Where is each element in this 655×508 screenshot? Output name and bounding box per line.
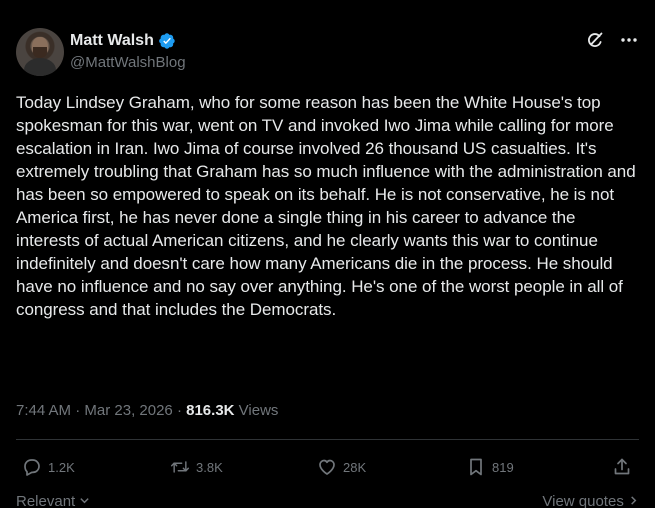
like-button[interactable]: 28K [317, 455, 366, 479]
name-row: Matt Walsh [70, 31, 176, 51]
chevron-down-icon [80, 498, 90, 504]
author-handle[interactable]: @MattWalshBlog [70, 53, 186, 73]
chevron-right-icon [631, 496, 637, 505]
author-name[interactable]: Matt Walsh [70, 31, 154, 51]
sort-relevant-label: Relevant [16, 493, 76, 508]
top-actions [585, 30, 639, 50]
view-quotes-link[interactable]: View quotes [542, 493, 639, 508]
reply-button[interactable]: 1.2K [22, 455, 75, 479]
view-quotes-label: View quotes [542, 493, 624, 508]
tweet-header: Matt Walsh @MattWalshBlog [16, 28, 639, 76]
sort-relevant-button[interactable]: Relevant [16, 493, 90, 508]
meta-separator: · [75, 402, 81, 419]
bookmark-icon [470, 458, 482, 476]
reply-count: 1.2K [48, 459, 75, 475]
tweet-date[interactable]: Mar 23, 2026 [84, 402, 172, 419]
share-button[interactable] [612, 455, 632, 479]
reply-icon [24, 459, 40, 476]
grok-icon[interactable] [585, 30, 605, 50]
meta-separator-2: · [176, 402, 182, 419]
repost-icon [170, 461, 190, 473]
avatar[interactable] [16, 28, 64, 76]
like-count: 28K [343, 459, 367, 475]
tweet-text: Today Lindsey Graham, who for some reaso… [16, 93, 636, 319]
repost-button[interactable]: 3.8K [170, 455, 223, 479]
verified-badge-icon [158, 32, 176, 50]
tweet-meta: 7:44 AM · Mar 23, 2026 · 816.3K Views [16, 401, 278, 421]
more-icon[interactable] [619, 30, 639, 50]
bookmark-count: 819 [492, 459, 514, 475]
share-icon [614, 458, 630, 475]
like-icon [319, 459, 335, 475]
views-count[interactable]: 816.3K [186, 402, 234, 419]
tweet-time[interactable]: 7:44 AM [16, 402, 71, 419]
action-bar: 1.2K 3.8K 28K 819 [16, 455, 639, 479]
repost-count: 3.8K [196, 459, 223, 475]
divider-top [16, 439, 639, 440]
views-label: Views [238, 402, 279, 419]
bookmark-button[interactable]: 819 [466, 455, 514, 479]
